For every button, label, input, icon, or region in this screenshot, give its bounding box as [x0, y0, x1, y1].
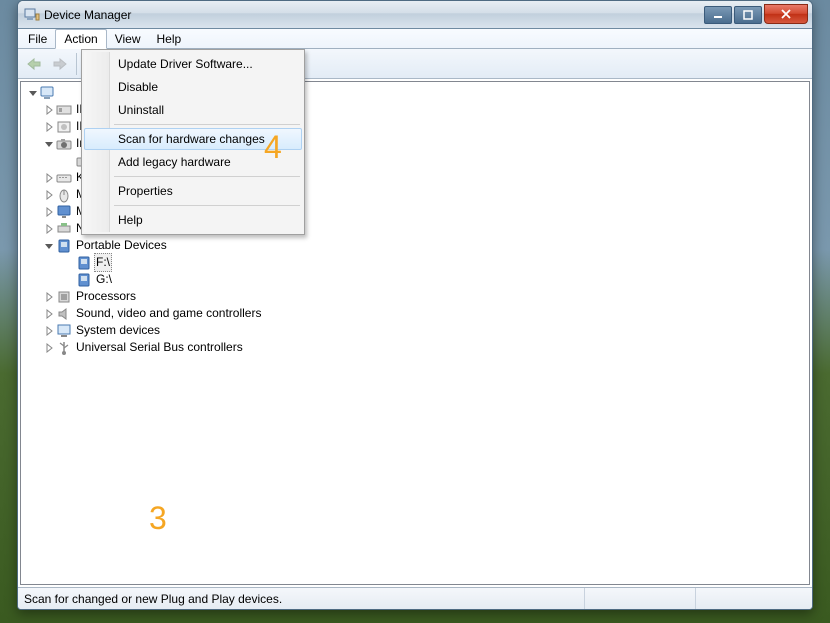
maximize-button[interactable]	[734, 6, 762, 24]
statusbar: Scan for changed or new Plug and Play de…	[18, 587, 812, 609]
tree-item-g-drive[interactable]: G:\	[23, 271, 807, 288]
menu-help[interactable]: Help	[149, 29, 190, 48]
computer-icon	[40, 85, 56, 101]
titlebar[interactable]: Device Manager	[18, 1, 812, 29]
expander-closed-icon[interactable]	[43, 291, 55, 303]
portable-icon	[56, 238, 72, 254]
menu-view[interactable]: View	[107, 29, 149, 48]
system-icon	[56, 323, 72, 339]
menu-separator	[114, 124, 300, 125]
window-title: Device Manager	[44, 8, 131, 22]
back-button[interactable]	[22, 52, 46, 76]
statusbar-separator	[695, 588, 696, 609]
monitor-icon	[56, 204, 72, 220]
menu-disable[interactable]: Disable	[84, 76, 302, 98]
expander-closed-icon[interactable]	[43, 223, 55, 235]
minimize-button[interactable]	[704, 6, 732, 24]
expander-open-icon[interactable]	[43, 138, 55, 150]
controller-icon	[56, 102, 72, 118]
expander-closed-icon[interactable]	[43, 308, 55, 320]
expander-open-icon[interactable]	[43, 240, 55, 252]
statusbar-separator	[584, 588, 585, 609]
expander-closed-icon[interactable]	[43, 104, 55, 116]
tree-item-f-drive[interactable]: F:\	[23, 254, 807, 271]
menu-uninstall[interactable]: Uninstall	[84, 99, 302, 121]
expander-open-icon[interactable]	[27, 87, 39, 99]
close-button[interactable]	[764, 4, 808, 24]
keyboard-icon	[56, 170, 72, 186]
menubar: File Action View Help	[18, 29, 812, 49]
annotation-3: 3	[149, 500, 167, 537]
forward-button[interactable]	[48, 52, 72, 76]
window-controls	[704, 6, 808, 24]
tree-item[interactable]: Sound, video and game controllers	[23, 305, 807, 322]
menu-separator	[114, 176, 300, 177]
menu-action[interactable]: Action	[55, 29, 106, 49]
tree-item[interactable]: Universal Serial Bus controllers	[23, 339, 807, 356]
sound-icon	[56, 306, 72, 322]
menu-help-item[interactable]: Help	[84, 209, 302, 231]
expander-closed-icon[interactable]	[43, 206, 55, 218]
status-text: Scan for changed or new Plug and Play de…	[24, 592, 282, 606]
menu-file[interactable]: File	[20, 29, 55, 48]
menu-properties[interactable]: Properties	[84, 180, 302, 202]
action-menu-dropdown: Update Driver Software... Disable Uninst…	[81, 49, 305, 235]
expander-closed-icon[interactable]	[43, 325, 55, 337]
window: Device Manager File Action View Help Upd…	[17, 0, 813, 610]
controller-icon	[56, 119, 72, 135]
cpu-icon	[56, 289, 72, 305]
tree-item[interactable]: Processors	[23, 288, 807, 305]
expander-closed-icon[interactable]	[43, 342, 55, 354]
expander-closed-icon[interactable]	[43, 172, 55, 184]
menu-separator	[114, 205, 300, 206]
expander-closed-icon[interactable]	[43, 121, 55, 133]
usb-icon	[56, 340, 72, 356]
camera-icon	[56, 136, 72, 152]
mouse-icon	[56, 187, 72, 203]
drive-icon	[76, 272, 92, 288]
menu-update-driver[interactable]: Update Driver Software...	[84, 53, 302, 75]
menu-add-legacy[interactable]: Add legacy hardware	[84, 151, 302, 173]
app-icon	[24, 7, 40, 23]
tree-item[interactable]: System devices	[23, 322, 807, 339]
menu-scan-hardware[interactable]: Scan for hardware changes	[84, 128, 302, 150]
drive-icon	[76, 255, 92, 271]
toolbar-separator	[76, 53, 77, 75]
network-icon	[56, 221, 72, 237]
expander-closed-icon[interactable]	[43, 189, 55, 201]
tree-item[interactable]: Portable Devices	[23, 237, 807, 254]
